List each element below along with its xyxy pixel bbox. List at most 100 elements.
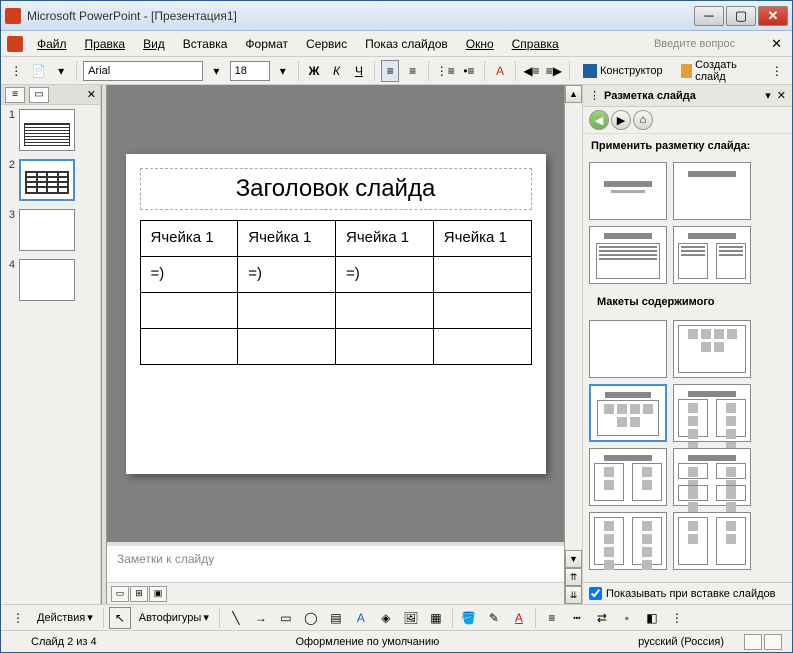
- table-cell[interactable]: Ячейка 1: [336, 220, 434, 256]
- rectangle-button[interactable]: ▭: [275, 607, 297, 629]
- taskpane-dropdown-icon[interactable]: ▾: [765, 89, 771, 102]
- layout-title-two-content-icons[interactable]: [673, 384, 751, 442]
- actions-dropdown[interactable]: Действия▾: [32, 608, 98, 627]
- font-select[interactable]: [83, 61, 203, 81]
- slideshow-view-button[interactable]: ▣: [149, 586, 167, 602]
- prev-slide-button[interactable]: ⇈: [565, 568, 582, 586]
- thumbnail-slide-4[interactable]: [19, 259, 75, 301]
- table-cell[interactable]: [433, 256, 531, 292]
- layout-more-2[interactable]: [673, 512, 751, 570]
- nav-back-button[interactable]: ◀: [589, 110, 609, 130]
- menu-window[interactable]: Окно: [458, 34, 502, 54]
- numbered-list-button[interactable]: ⋮≡: [435, 60, 456, 82]
- scroll-up-button[interactable]: ▲: [565, 85, 582, 103]
- mdi-close-button[interactable]: ✕: [767, 36, 786, 52]
- table-cell[interactable]: Ячейка 1: [238, 220, 336, 256]
- menu-view[interactable]: Вид: [135, 34, 173, 54]
- table-cell[interactable]: [433, 328, 531, 364]
- oval-button[interactable]: ◯: [300, 607, 322, 629]
- sorter-view-button[interactable]: ⊞: [130, 586, 148, 602]
- menu-slideshow[interactable]: Показ слайдов: [357, 34, 456, 54]
- arrow-button[interactable]: →: [250, 607, 272, 629]
- minimize-button[interactable]: ─: [694, 6, 724, 26]
- status-icon-2[interactable]: [764, 634, 782, 650]
- align-center-button[interactable]: ≡: [403, 60, 421, 82]
- table-cell[interactable]: [140, 328, 238, 364]
- menu-insert[interactable]: Вставка: [175, 34, 236, 54]
- taskpane-close-button[interactable]: ✕: [777, 89, 786, 102]
- line-button[interactable]: ╲: [225, 607, 247, 629]
- designer-button[interactable]: Конструктор: [576, 61, 670, 81]
- layout-four-content[interactable]: [673, 448, 751, 506]
- normal-view-button[interactable]: ▭: [111, 586, 129, 602]
- bold-button[interactable]: Ж: [305, 60, 323, 82]
- font-increase-button[interactable]: A: [491, 60, 509, 82]
- font-dropdown-icon[interactable]: ▾: [207, 60, 225, 82]
- menu-edit[interactable]: Правка: [77, 34, 134, 54]
- layout-more-1[interactable]: [589, 512, 667, 570]
- pointer-button[interactable]: ↖: [109, 607, 131, 629]
- clipart-button[interactable]: 🖼: [400, 607, 422, 629]
- textbox-button[interactable]: ▤: [325, 607, 347, 629]
- taskpane-handle-icon[interactable]: ⋮: [589, 89, 600, 102]
- wordart-button[interactable]: A: [350, 607, 372, 629]
- toolbar-handle-icon[interactable]: ⋮: [7, 60, 25, 82]
- menu-file[interactable]: Файл: [29, 34, 75, 54]
- thumbnail-slide-2[interactable]: [19, 159, 75, 201]
- layout-title-content[interactable]: [589, 226, 667, 284]
- table-cell[interactable]: =): [336, 256, 434, 292]
- dropdown-icon[interactable]: ▾: [52, 60, 70, 82]
- vertical-scrollbar[interactable]: ▲ ▼ ⇈ ⇊: [564, 85, 582, 604]
- layout-title-content-icons[interactable]: [589, 384, 667, 442]
- dash-style-button[interactable]: ┅: [566, 607, 588, 629]
- arrow-style-button[interactable]: ⇄: [591, 607, 613, 629]
- autoshapes-dropdown[interactable]: Автофигуры▾: [134, 608, 214, 627]
- menu-help[interactable]: Справка: [504, 34, 567, 54]
- maximize-button[interactable]: ▢: [726, 6, 756, 26]
- italic-button[interactable]: К: [327, 60, 345, 82]
- slide-title-placeholder[interactable]: Заголовок слайда: [140, 168, 532, 210]
- line-style-button[interactable]: ≡: [541, 607, 563, 629]
- layout-title-slide[interactable]: [589, 162, 667, 220]
- layout-content[interactable]: [673, 320, 751, 378]
- fill-color-button[interactable]: 🪣: [458, 607, 480, 629]
- increase-indent-button[interactable]: ≡▶: [545, 60, 563, 82]
- 3d-button[interactable]: ◧: [641, 607, 663, 629]
- layout-title-only[interactable]: [673, 162, 751, 220]
- help-search[interactable]: Введите вопрос: [569, 38, 765, 50]
- bullet-list-button[interactable]: •≡: [460, 60, 478, 82]
- layout-blank[interactable]: [589, 320, 667, 378]
- font-color-button[interactable]: A: [508, 607, 530, 629]
- panel-close-button[interactable]: ✕: [87, 88, 96, 101]
- layout-two-content[interactable]: [673, 226, 751, 284]
- next-slide-button[interactable]: ⇊: [565, 586, 582, 604]
- table-cell[interactable]: =): [140, 256, 238, 292]
- slide-table[interactable]: Ячейка 1 Ячейка 1 Ячейка 1 Ячейка 1 =) =…: [140, 220, 532, 365]
- table-cell[interactable]: =): [238, 256, 336, 292]
- notes-pane[interactable]: Заметки к слайду: [107, 542, 564, 582]
- font-size-select[interactable]: [230, 61, 270, 81]
- scroll-track[interactable]: [565, 103, 582, 550]
- status-icon-1[interactable]: [744, 634, 762, 650]
- table-cell[interactable]: [140, 292, 238, 328]
- thumbnail-slide-3[interactable]: [19, 209, 75, 251]
- decrease-indent-button[interactable]: ◀≡: [522, 60, 540, 82]
- show-on-insert-checkbox[interactable]: [589, 587, 602, 600]
- underline-button[interactable]: Ч: [350, 60, 368, 82]
- new-slide-button[interactable]: Создать слайд: [674, 56, 764, 86]
- diagram-button[interactable]: ◈: [375, 607, 397, 629]
- table-cell[interactable]: [238, 328, 336, 364]
- thumbnail-slide-1[interactable]: [19, 109, 75, 151]
- table-cell[interactable]: Ячейка 1: [140, 220, 238, 256]
- scroll-down-button[interactable]: ▼: [565, 550, 582, 568]
- nav-forward-button[interactable]: ▶: [611, 110, 631, 130]
- shadow-button[interactable]: ▪: [616, 607, 638, 629]
- toolbar-handle-icon[interactable]: ⋮: [7, 607, 29, 629]
- size-dropdown-icon[interactable]: ▾: [274, 60, 292, 82]
- table-cell[interactable]: [336, 328, 434, 364]
- close-button[interactable]: ✕: [758, 6, 788, 26]
- align-left-button[interactable]: ≡: [381, 60, 399, 82]
- toolbar-overflow-icon[interactable]: ⋮: [768, 60, 786, 82]
- table-cell[interactable]: [336, 292, 434, 328]
- nav-home-button[interactable]: ⌂: [633, 110, 653, 130]
